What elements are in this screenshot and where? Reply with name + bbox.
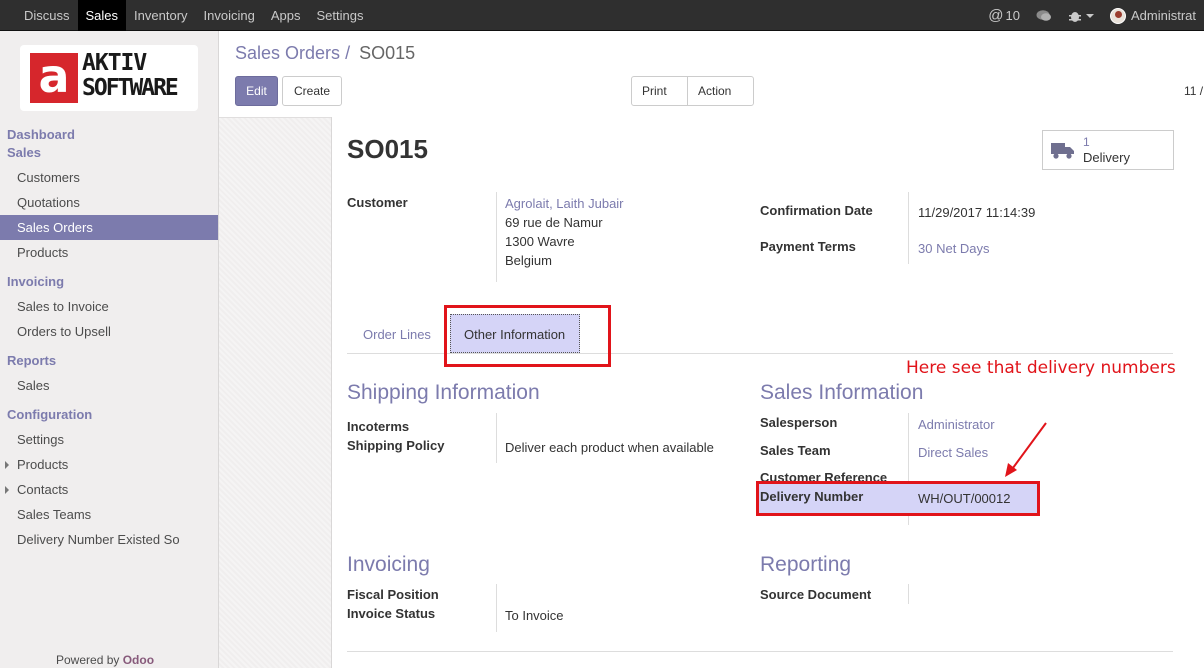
sidebar-item-quotations[interactable]: Quotations bbox=[0, 190, 218, 215]
incoterms-label: Incoterms bbox=[347, 419, 410, 434]
invoice-status-value: To Invoice bbox=[505, 608, 564, 623]
field-divider bbox=[908, 584, 909, 604]
powered-by: Powered by Odoo bbox=[56, 653, 154, 667]
chat-button[interactable] bbox=[1028, 9, 1060, 23]
menu-settings[interactable]: Settings bbox=[308, 0, 371, 31]
invoicing-header: Invoicing bbox=[347, 553, 430, 576]
sidebar-item-contacts[interactable]: Contacts bbox=[0, 477, 218, 502]
fiscal-position-label: Fiscal Position bbox=[347, 587, 439, 602]
company-logo[interactable]: a AKTIV SOFTWARE bbox=[20, 45, 198, 111]
shipping-policy-value: Deliver each product when available bbox=[505, 440, 714, 455]
action-dropdown[interactable]: Action bbox=[687, 76, 754, 106]
sidebar: a AKTIV SOFTWARE Dashboard Sales Custome… bbox=[0, 31, 219, 668]
user-menu[interactable]: Administrat bbox=[1102, 7, 1204, 24]
menu-inventory[interactable]: Inventory bbox=[126, 0, 195, 31]
source-document-label: Source Document bbox=[760, 587, 872, 602]
sidebar-item-dashboard[interactable]: Dashboard bbox=[0, 126, 218, 144]
print-dropdown[interactable]: Print bbox=[631, 76, 688, 106]
pager[interactable]: 11 / bbox=[1184, 84, 1203, 98]
customer-address-city: 1300 Wavre bbox=[505, 234, 575, 249]
shipping-information-header: Shipping Information bbox=[347, 381, 540, 404]
sidebar-item-label: Contacts bbox=[17, 482, 69, 497]
sales-team-link[interactable]: Direct Sales bbox=[918, 445, 988, 460]
reporting-header: Reporting bbox=[760, 553, 852, 576]
customer-address-street: 69 rue de Namur bbox=[505, 215, 603, 230]
odoo-link[interactable]: Odoo bbox=[123, 653, 154, 667]
messages-count: 10 bbox=[1005, 8, 1020, 23]
sidebar-header-reports: Reports bbox=[7, 353, 57, 368]
sidebar-header-configuration: Configuration bbox=[7, 407, 93, 422]
top-navbar: Discuss Sales Inventory Invoicing Apps S… bbox=[0, 0, 1204, 31]
sheet-bottom-divider bbox=[347, 651, 1173, 652]
sidebar-item-orders-to-upsell[interactable]: Orders to Upsell bbox=[0, 319, 218, 344]
field-divider bbox=[496, 584, 497, 632]
annotation-note: Here see that delivery numbers bbox=[906, 358, 1176, 378]
caret-right-icon bbox=[5, 461, 9, 469]
confirmation-date-label: Confirmation Date bbox=[760, 203, 873, 218]
tab-highlight-annotation bbox=[444, 305, 611, 367]
breadcrumb-separator: / bbox=[345, 43, 351, 63]
invoice-status-label: Invoice Status bbox=[347, 606, 436, 621]
breadcrumb-current: SO015 bbox=[359, 43, 416, 63]
menu-apps[interactable]: Apps bbox=[263, 0, 309, 31]
sidebar-item-label: Products bbox=[17, 457, 69, 472]
breadcrumb-sales-orders[interactable]: Sales Orders bbox=[235, 43, 340, 63]
sidebar-item-products[interactable]: Products bbox=[0, 240, 218, 265]
caret-right-icon bbox=[5, 486, 9, 494]
powered-by-label: Powered by bbox=[56, 653, 120, 667]
sidebar-nav: Dashboard Sales Customers Quotations Sal… bbox=[0, 126, 218, 552]
sidebar-item-sales-teams[interactable]: Sales Teams bbox=[0, 502, 218, 527]
shipping-policy-label: Shipping Policy bbox=[347, 438, 445, 453]
delivery-smart-button[interactable]: 1 Delivery bbox=[1042, 130, 1174, 170]
sidebar-item-config-products[interactable]: Products bbox=[0, 452, 218, 477]
edit-button[interactable]: Edit bbox=[235, 76, 278, 106]
customer-address-country: Belgium bbox=[505, 253, 552, 268]
customer-label: Customer bbox=[347, 195, 408, 210]
sales-information-header: Sales Information bbox=[760, 381, 924, 404]
sidebar-item-reports-sales[interactable]: Sales bbox=[0, 373, 218, 398]
sidebar-item-delivery-number-existed-so[interactable]: Delivery Number Existed So bbox=[0, 527, 218, 552]
create-button[interactable]: Create bbox=[282, 76, 342, 106]
salesperson-label: Salesperson bbox=[760, 415, 838, 430]
systray: @ 10 Administrat bbox=[980, 0, 1204, 31]
app-menu: Discuss Sales Inventory Invoicing Apps S… bbox=[16, 0, 371, 31]
menu-sales[interactable]: Sales bbox=[77, 0, 127, 31]
payment-terms-link[interactable]: 30 Net Days bbox=[918, 241, 990, 256]
customer-link[interactable]: Agrolait, Laith Jubair bbox=[505, 196, 624, 211]
chevron-down-icon bbox=[1085, 13, 1094, 18]
salesperson-link[interactable]: Administrator bbox=[918, 417, 995, 432]
sidebar-header-sales: Sales bbox=[7, 145, 41, 160]
user-avatar bbox=[1109, 7, 1126, 24]
delivery-label: Delivery bbox=[1083, 150, 1130, 165]
logo-text-top: AKTIV bbox=[82, 50, 147, 76]
menu-invoicing[interactable]: Invoicing bbox=[196, 0, 263, 31]
debug-menu-button[interactable] bbox=[1060, 9, 1102, 23]
breadcrumb: Sales Orders / SO015 bbox=[235, 43, 415, 64]
chat-bubble-icon bbox=[1036, 9, 1051, 21]
at-icon: @ bbox=[988, 7, 1004, 24]
field-divider bbox=[496, 192, 497, 282]
user-name: Administrat bbox=[1130, 8, 1196, 23]
annotation-arrow-icon bbox=[1005, 422, 1047, 477]
field-divider bbox=[908, 192, 909, 264]
sidebar-header-invoicing: Invoicing bbox=[7, 274, 65, 289]
logo-mark: a bbox=[30, 53, 78, 103]
delivery-count: 1 bbox=[1083, 135, 1090, 149]
sidebar-item-sales-to-invoice[interactable]: Sales to Invoice bbox=[0, 294, 218, 319]
tab-order-lines[interactable]: Order Lines bbox=[363, 327, 431, 342]
sidebar-item-customers[interactable]: Customers bbox=[0, 165, 218, 190]
confirmation-date-value: 11/29/2017 11:14:39 bbox=[918, 205, 1036, 220]
activity-button[interactable]: @ 10 bbox=[980, 7, 1028, 24]
field-divider bbox=[496, 413, 497, 463]
sidebar-item-sales-orders[interactable]: Sales Orders bbox=[0, 215, 218, 240]
logo-text-bottom: SOFTWARE bbox=[82, 75, 179, 101]
payment-terms-label: Payment Terms bbox=[760, 239, 856, 254]
bug-icon bbox=[1068, 11, 1081, 22]
menu-discuss[interactable]: Discuss bbox=[16, 0, 78, 31]
sales-team-label: Sales Team bbox=[760, 443, 831, 458]
delivery-number-highlight-annotation bbox=[756, 481, 1040, 516]
sidebar-item-settings[interactable]: Settings bbox=[0, 427, 218, 452]
truck-icon bbox=[1051, 143, 1074, 159]
record-title: SO015 bbox=[347, 134, 428, 164]
